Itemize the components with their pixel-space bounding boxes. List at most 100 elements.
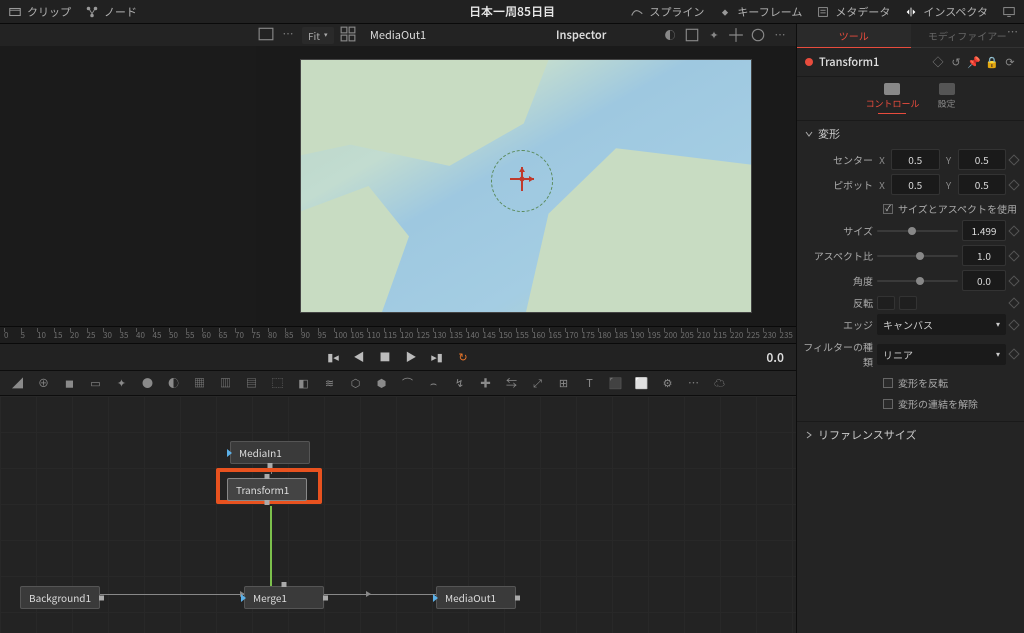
- flip-v-button[interactable]: [899, 296, 917, 310]
- inspector-subtab-controls[interactable]: コントロール: [865, 83, 919, 114]
- viewer-fit-select[interactable]: Fit ▾: [302, 27, 334, 44]
- keyframe-diamond[interactable]: [1008, 154, 1019, 165]
- keyframe-diamond[interactable]: [1008, 275, 1019, 286]
- angle-slider[interactable]: [877, 280, 958, 282]
- node-tool-icon-19[interactable]: ⇆: [504, 376, 519, 391]
- node-tool-icon-7[interactable]: ▦: [192, 376, 207, 391]
- keyframe-all-icon[interactable]: ◇: [932, 56, 944, 68]
- play-button[interactable]: ▶: [404, 350, 418, 364]
- section-refsize-header[interactable]: リファレンスサイズ: [797, 422, 1024, 448]
- node-tool-icon-18[interactable]: ✚: [478, 376, 493, 391]
- node-tool-icon-25[interactable]: ⚙: [660, 376, 675, 391]
- node-transform[interactable]: Transform1: [227, 478, 307, 501]
- node-tool-icon-15[interactable]: ⌒: [400, 376, 415, 391]
- keyframe-diamond[interactable]: [1008, 348, 1019, 359]
- viewer-grid-icon[interactable]: [340, 27, 356, 41]
- node-tool-icon-11[interactable]: ◧: [296, 376, 311, 391]
- loop-button[interactable]: ↻: [456, 350, 470, 364]
- node-tool-icon-13[interactable]: ⬡: [348, 376, 363, 391]
- inspector-menu-icon[interactable]: ⋯: [1007, 24, 1018, 40]
- reset-icon[interactable]: ⟳: [1004, 56, 1016, 68]
- keyframe-diamond[interactable]: [1008, 225, 1019, 236]
- inspector-tab-tool[interactable]: ツール: [797, 24, 911, 48]
- node-background[interactable]: Background1: [20, 586, 100, 609]
- keyframe-diamond[interactable]: [1008, 319, 1019, 330]
- current-time[interactable]: 0.0: [766, 349, 784, 366]
- node-tool-icon-24[interactable]: ⬜: [634, 376, 649, 391]
- stop-button[interactable]: ■: [378, 350, 392, 364]
- go-start-button[interactable]: ▮◂: [326, 350, 340, 364]
- monitor-toggle[interactable]: [1002, 5, 1016, 19]
- node-tool-icon-14[interactable]: ⬢: [374, 376, 389, 391]
- node-port-output[interactable]: [99, 595, 104, 600]
- inspector-tab[interactable]: インスペクタ: [904, 4, 988, 20]
- viewer-layout-icon[interactable]: [258, 27, 274, 41]
- filter-select[interactable]: リニア▾: [877, 344, 1006, 365]
- flip-h-button[interactable]: [877, 296, 895, 310]
- node-tool-icon-1[interactable]: ⊕: [36, 376, 51, 391]
- node-tool-icon-17[interactable]: ↯: [452, 376, 467, 391]
- node-tool-icon-5[interactable]: ●: [140, 376, 155, 391]
- viewer-dots-icon[interactable]: ⋯: [280, 27, 296, 41]
- node-tool-icon-9[interactable]: ▤: [244, 376, 259, 391]
- size-input[interactable]: 1.499: [962, 220, 1006, 241]
- node-tool-icon-16[interactable]: ⌢: [426, 376, 441, 391]
- node-tool-icon-20[interactable]: ⤢: [530, 376, 545, 391]
- metadata-tab[interactable]: メタデータ: [816, 4, 890, 20]
- flatten-transform-checkbox[interactable]: [883, 399, 893, 409]
- node-port-input[interactable]: [433, 594, 438, 602]
- node-port-input[interactable]: [265, 474, 270, 479]
- node-port-input[interactable]: [227, 449, 232, 457]
- invert-transform-checkbox[interactable]: [883, 378, 893, 388]
- node-mediain[interactable]: MediaIn1: [230, 441, 310, 464]
- clip-tab[interactable]: クリップ: [8, 4, 71, 20]
- keyframe-diamond[interactable]: [1008, 250, 1019, 261]
- inspector-subtab-settings[interactable]: 設定: [938, 83, 956, 114]
- node-port-fg[interactable]: [282, 582, 287, 587]
- node-port-input[interactable]: [241, 594, 246, 602]
- go-end-button[interactable]: ▸▮: [430, 350, 444, 364]
- pin-icon[interactable]: 📌: [968, 56, 980, 68]
- node-tool-icon-22[interactable]: T: [582, 376, 597, 391]
- node-tool-icon-3[interactable]: ▭: [88, 376, 103, 391]
- node-tool-icon-8[interactable]: ▥: [218, 376, 233, 391]
- node-tool-icon-12[interactable]: ≋: [322, 376, 337, 391]
- versions-icon[interactable]: ↺: [950, 56, 962, 68]
- play-reverse-button[interactable]: ◀: [352, 350, 366, 364]
- timeline-ruler[interactable]: 0510152025303540455055606570758085909510…: [0, 326, 796, 344]
- spline-tab[interactable]: スプライン: [630, 4, 704, 20]
- keyframe-diamond[interactable]: [1008, 179, 1019, 190]
- nodes-tab[interactable]: ノード: [85, 4, 137, 20]
- node-port-output[interactable]: [323, 595, 328, 600]
- node-merge[interactable]: Merge1: [244, 586, 324, 609]
- node-mediaout[interactable]: MediaOut1: [436, 586, 516, 609]
- node-tool-icon-21[interactable]: ⊞: [556, 376, 571, 391]
- node-tool-icon-27[interactable]: ☁: [712, 376, 727, 391]
- node-tool-icon-6[interactable]: ◐: [166, 376, 181, 391]
- keyframe-tab[interactable]: キーフレーム: [718, 4, 802, 20]
- node-port-output[interactable]: [515, 595, 520, 600]
- node-tool-icon-10[interactable]: ⬚: [270, 376, 285, 391]
- inspector-node-name[interactable]: Transform1: [819, 54, 879, 70]
- viewer-canvas[interactable]: [256, 46, 796, 326]
- section-transform-header[interactable]: 変形: [797, 121, 1024, 147]
- aspect-slider[interactable]: [877, 255, 958, 257]
- node-tool-icon-23[interactable]: ⬛: [608, 376, 623, 391]
- node-graph[interactable]: MediaIn1 Transform1 Background1 Merge1 M…: [0, 396, 796, 633]
- center-x-input[interactable]: 0.5: [891, 149, 940, 170]
- use-size-aspect-checkbox[interactable]: [883, 204, 893, 214]
- lock-icon[interactable]: 🔒: [986, 56, 998, 68]
- pivot-y-input[interactable]: 0.5: [958, 174, 1007, 195]
- transform-gizmo-center[interactable]: [507, 164, 537, 198]
- node-tool-icon-4[interactable]: ✦: [114, 376, 129, 391]
- aspect-input[interactable]: 1.0: [962, 245, 1006, 266]
- edges-select[interactable]: キャンバス▾: [877, 314, 1006, 335]
- node-tool-icon-2[interactable]: ◼: [62, 376, 77, 391]
- node-tool-icon-0[interactable]: ◢: [10, 376, 25, 391]
- keyframe-diamond[interactable]: [1008, 297, 1019, 308]
- node-port-output[interactable]: [265, 500, 270, 505]
- node-tool-icon-26[interactable]: ⋯: [686, 376, 701, 391]
- center-y-input[interactable]: 0.5: [958, 149, 1007, 170]
- size-slider[interactable]: [877, 230, 958, 232]
- pivot-x-input[interactable]: 0.5: [891, 174, 940, 195]
